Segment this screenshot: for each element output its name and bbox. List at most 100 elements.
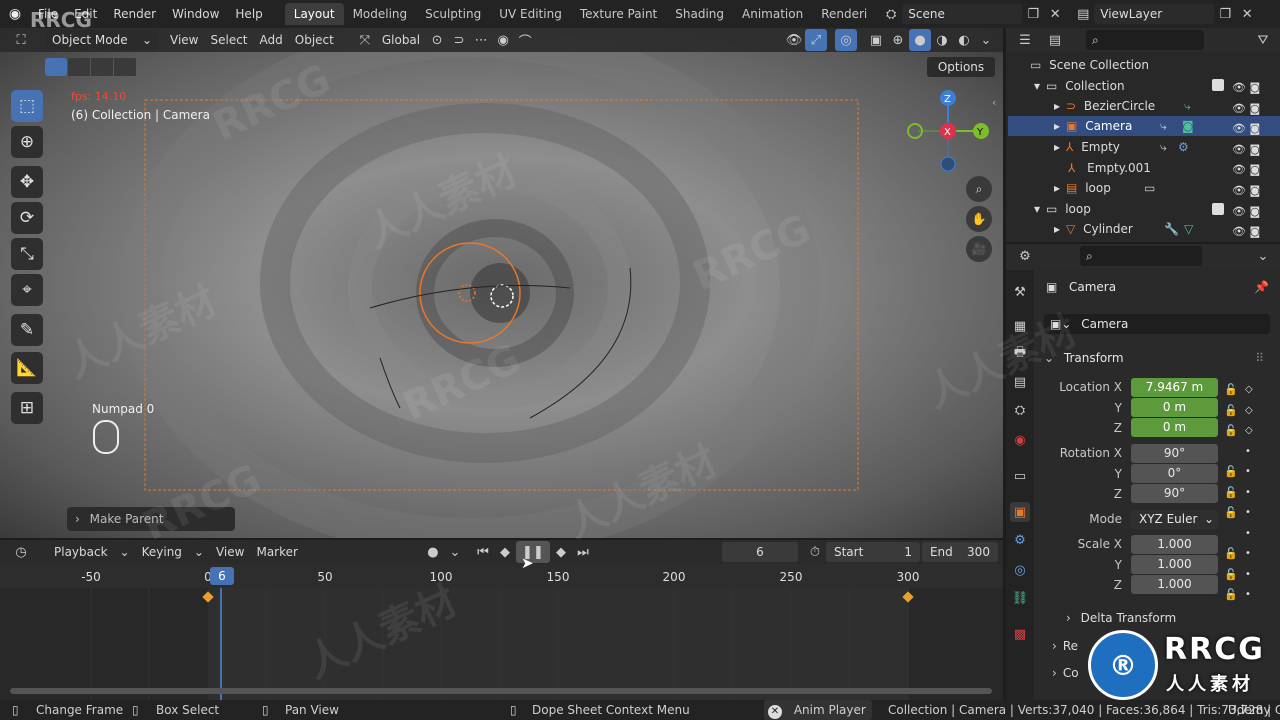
display-mode-icon[interactable]: ▤ xyxy=(1044,29,1066,51)
select-subtract-icon[interactable] xyxy=(91,58,113,76)
pin-icon[interactable]: 📌 xyxy=(1254,280,1269,294)
proportional-edit-icon[interactable]: ◉ xyxy=(492,29,514,51)
select-invert-icon[interactable] xyxy=(114,58,136,76)
menu-add[interactable]: Add xyxy=(254,30,289,50)
scene-field[interactable]: Scene xyxy=(902,4,1023,24)
object-tab-icon[interactable]: ▣ xyxy=(1010,502,1030,522)
render-tab-icon[interactable]: ▦ xyxy=(1010,316,1030,336)
cursor-tool-icon[interactable]: ⊕ xyxy=(11,126,43,158)
scale-z-field[interactable]: 1.000 xyxy=(1131,575,1218,594)
select-extend-icon[interactable] xyxy=(68,58,90,76)
jump-start-icon[interactable]: ⏮ xyxy=(472,541,494,563)
select-box-tool-icon[interactable]: ⬚ xyxy=(11,90,43,122)
tab-shading[interactable]: Shading xyxy=(666,3,733,25)
menu-select[interactable]: Select xyxy=(204,30,253,50)
copy-viewlayer-icon[interactable]: ❐ xyxy=(1214,3,1236,25)
menu-view[interactable]: View xyxy=(164,30,204,50)
world-tab-icon[interactable]: ◉ xyxy=(1010,430,1030,450)
stopwatch-icon[interactable]: ⏱ xyxy=(804,541,826,563)
outliner-search-field[interactable]: ⌕ xyxy=(1086,30,1204,50)
delta-transform-panel[interactable]: › Delta Transform xyxy=(1066,609,1176,627)
scale-y-field[interactable]: 1.000 xyxy=(1131,555,1218,574)
start-frame-field[interactable]: Start 1 xyxy=(825,542,920,562)
close-icon[interactable]: ✕ xyxy=(768,705,782,719)
current-frame-field[interactable]: 6 xyxy=(721,542,798,562)
output-tab-icon[interactable]: 🖶 xyxy=(1010,344,1030,364)
timeline-view-menu[interactable]: View xyxy=(210,542,250,562)
rendered-shading-icon[interactable]: ◐ xyxy=(953,29,975,51)
menu-object[interactable]: Object xyxy=(289,30,340,50)
collapse-sidebar-icon[interactable]: ‹ xyxy=(992,96,996,109)
properties-search-field[interactable]: ⌕ xyxy=(1080,246,1202,266)
transform-orientation-icon[interactable]: ⤧ xyxy=(354,29,376,51)
rotation-z-field[interactable]: 90° xyxy=(1131,484,1218,503)
scene-collection-row[interactable]: ▭ Scene Collection xyxy=(1008,55,1280,75)
anim-player-indicator[interactable]: ✕ Anim Player xyxy=(764,700,872,720)
tab-animation[interactable]: Animation xyxy=(733,3,812,25)
outliner-visibility-icons[interactable]: 👁 ◙ 👁 ◙ 👁 ◙ 👁 ◙ 👁 ◙ 👁 ◙ 👁 ◙ 👁 ◙ xyxy=(1232,78,1272,243)
drag-handle-icon[interactable]: ⠿ xyxy=(1255,348,1264,368)
marker-menu[interactable]: Marker xyxy=(250,542,303,562)
lock-icons[interactable]: 🔓 🔓 🔓 🔓 🔓 🔓 🔓 🔓 🔓 xyxy=(1224,380,1244,606)
last-operator-panel[interactable]: › Make Parent xyxy=(67,507,235,531)
keying-set-icon[interactable]: ⌄ xyxy=(444,541,466,563)
constraint-tab-icon[interactable]: ⛓ xyxy=(1010,588,1030,608)
jump-end-icon[interactable]: ⏭ xyxy=(572,541,594,563)
scene-icon[interactable]: ⛭ xyxy=(880,3,902,25)
tab-layout[interactable]: Layout xyxy=(284,3,344,25)
rotation-y-field[interactable]: 0° xyxy=(1131,464,1218,483)
location-y-field[interactable]: 0 m xyxy=(1131,398,1218,417)
relations-panel[interactable]: › Re xyxy=(1052,637,1078,655)
scale-tool-icon[interactable]: ⤡ xyxy=(11,238,43,270)
measure-tool-icon[interactable]: 📐 xyxy=(11,352,43,384)
rotation-x-field[interactable]: 90° xyxy=(1131,444,1218,463)
collection-checkbox-icon[interactable] xyxy=(1212,79,1224,91)
blender-logo-icon[interactable]: ◉ xyxy=(0,0,30,28)
xray-icon[interactable]: ▣ xyxy=(865,29,887,51)
options-dropdown[interactable]: Options xyxy=(927,57,995,77)
collections-panel[interactable]: › Co xyxy=(1052,664,1079,682)
next-keyframe-icon[interactable]: ◆ xyxy=(550,541,572,563)
move-tool-icon[interactable]: ✥ xyxy=(11,166,43,198)
object-mode-dropdown[interactable]: Object Mode ⌄ xyxy=(46,30,158,50)
snap-target-icon[interactable]: ⋯ xyxy=(470,29,492,51)
location-z-field[interactable]: 0 m xyxy=(1131,418,1218,437)
timeline-area[interactable] xyxy=(0,564,1003,700)
scene-tab-icon[interactable]: ⛭ xyxy=(1010,400,1030,420)
timeline-editor-type-icon[interactable]: ◷ xyxy=(10,541,32,563)
select-new-icon[interactable] xyxy=(45,58,67,76)
record-icon[interactable]: ● xyxy=(422,541,444,563)
viewlayer-icon[interactable]: ▤ xyxy=(1072,3,1094,25)
viewlayer-field[interactable]: ViewLayer xyxy=(1094,4,1215,24)
copy-scene-icon[interactable]: ❐ xyxy=(1022,3,1044,25)
transform-panel-header[interactable]: ⌄ Transform ⠿ xyxy=(1044,348,1270,368)
3d-viewport[interactable]: fps: 14.10 (6) Collection | Camera Numpa… xyxy=(0,28,1003,538)
collection-tab-icon[interactable]: ▭ xyxy=(1010,466,1030,486)
rotate-tool-icon[interactable]: ⟳ xyxy=(11,202,43,234)
tab-modeling[interactable]: Modeling xyxy=(344,3,417,25)
close-viewlayer-icon[interactable]: ✕ xyxy=(1236,3,1258,25)
menu-render[interactable]: Render xyxy=(105,0,164,28)
keying-menu[interactable]: Keying xyxy=(136,542,188,562)
modifier-tab-icon[interactable]: ⚙ xyxy=(1010,530,1030,550)
solid-shading-icon[interactable]: ● xyxy=(909,29,931,51)
end-frame-field[interactable]: End 300 xyxy=(921,542,998,562)
rotation-mode-dropdown[interactable]: XYZ Euler ⌄ xyxy=(1131,510,1218,529)
prev-keyframe-icon[interactable]: ◆ xyxy=(494,541,516,563)
tab-sculpting[interactable]: Sculpting xyxy=(416,3,490,25)
snap-icon[interactable]: ⊃ xyxy=(448,29,470,51)
menu-help[interactable]: Help xyxy=(227,0,270,28)
overlay-icon[interactable]: ◎ xyxy=(835,29,857,51)
navigation-gizmo[interactable]: Z Y X xyxy=(903,87,993,177)
shading-options-icon[interactable]: ⌄ xyxy=(975,29,997,51)
view-layer-tab-icon[interactable]: ▤ xyxy=(1010,372,1030,392)
falloff-icon[interactable]: ⌒ xyxy=(514,29,536,51)
physics-tab-icon[interactable]: ◎ xyxy=(1010,560,1030,580)
playback-menu[interactable]: Playback xyxy=(48,542,114,562)
tab-rendering[interactable]: Renderi xyxy=(812,3,876,25)
zoom-icon[interactable]: ⌕ xyxy=(966,176,992,202)
properties-type-icon[interactable]: ⚙ xyxy=(1014,245,1036,267)
visibility-icon[interactable]: 👁 xyxy=(783,29,805,51)
add-cube-tool-icon[interactable]: ⊞ xyxy=(11,392,43,424)
editor-type-icon[interactable]: ⛶ xyxy=(10,29,32,51)
